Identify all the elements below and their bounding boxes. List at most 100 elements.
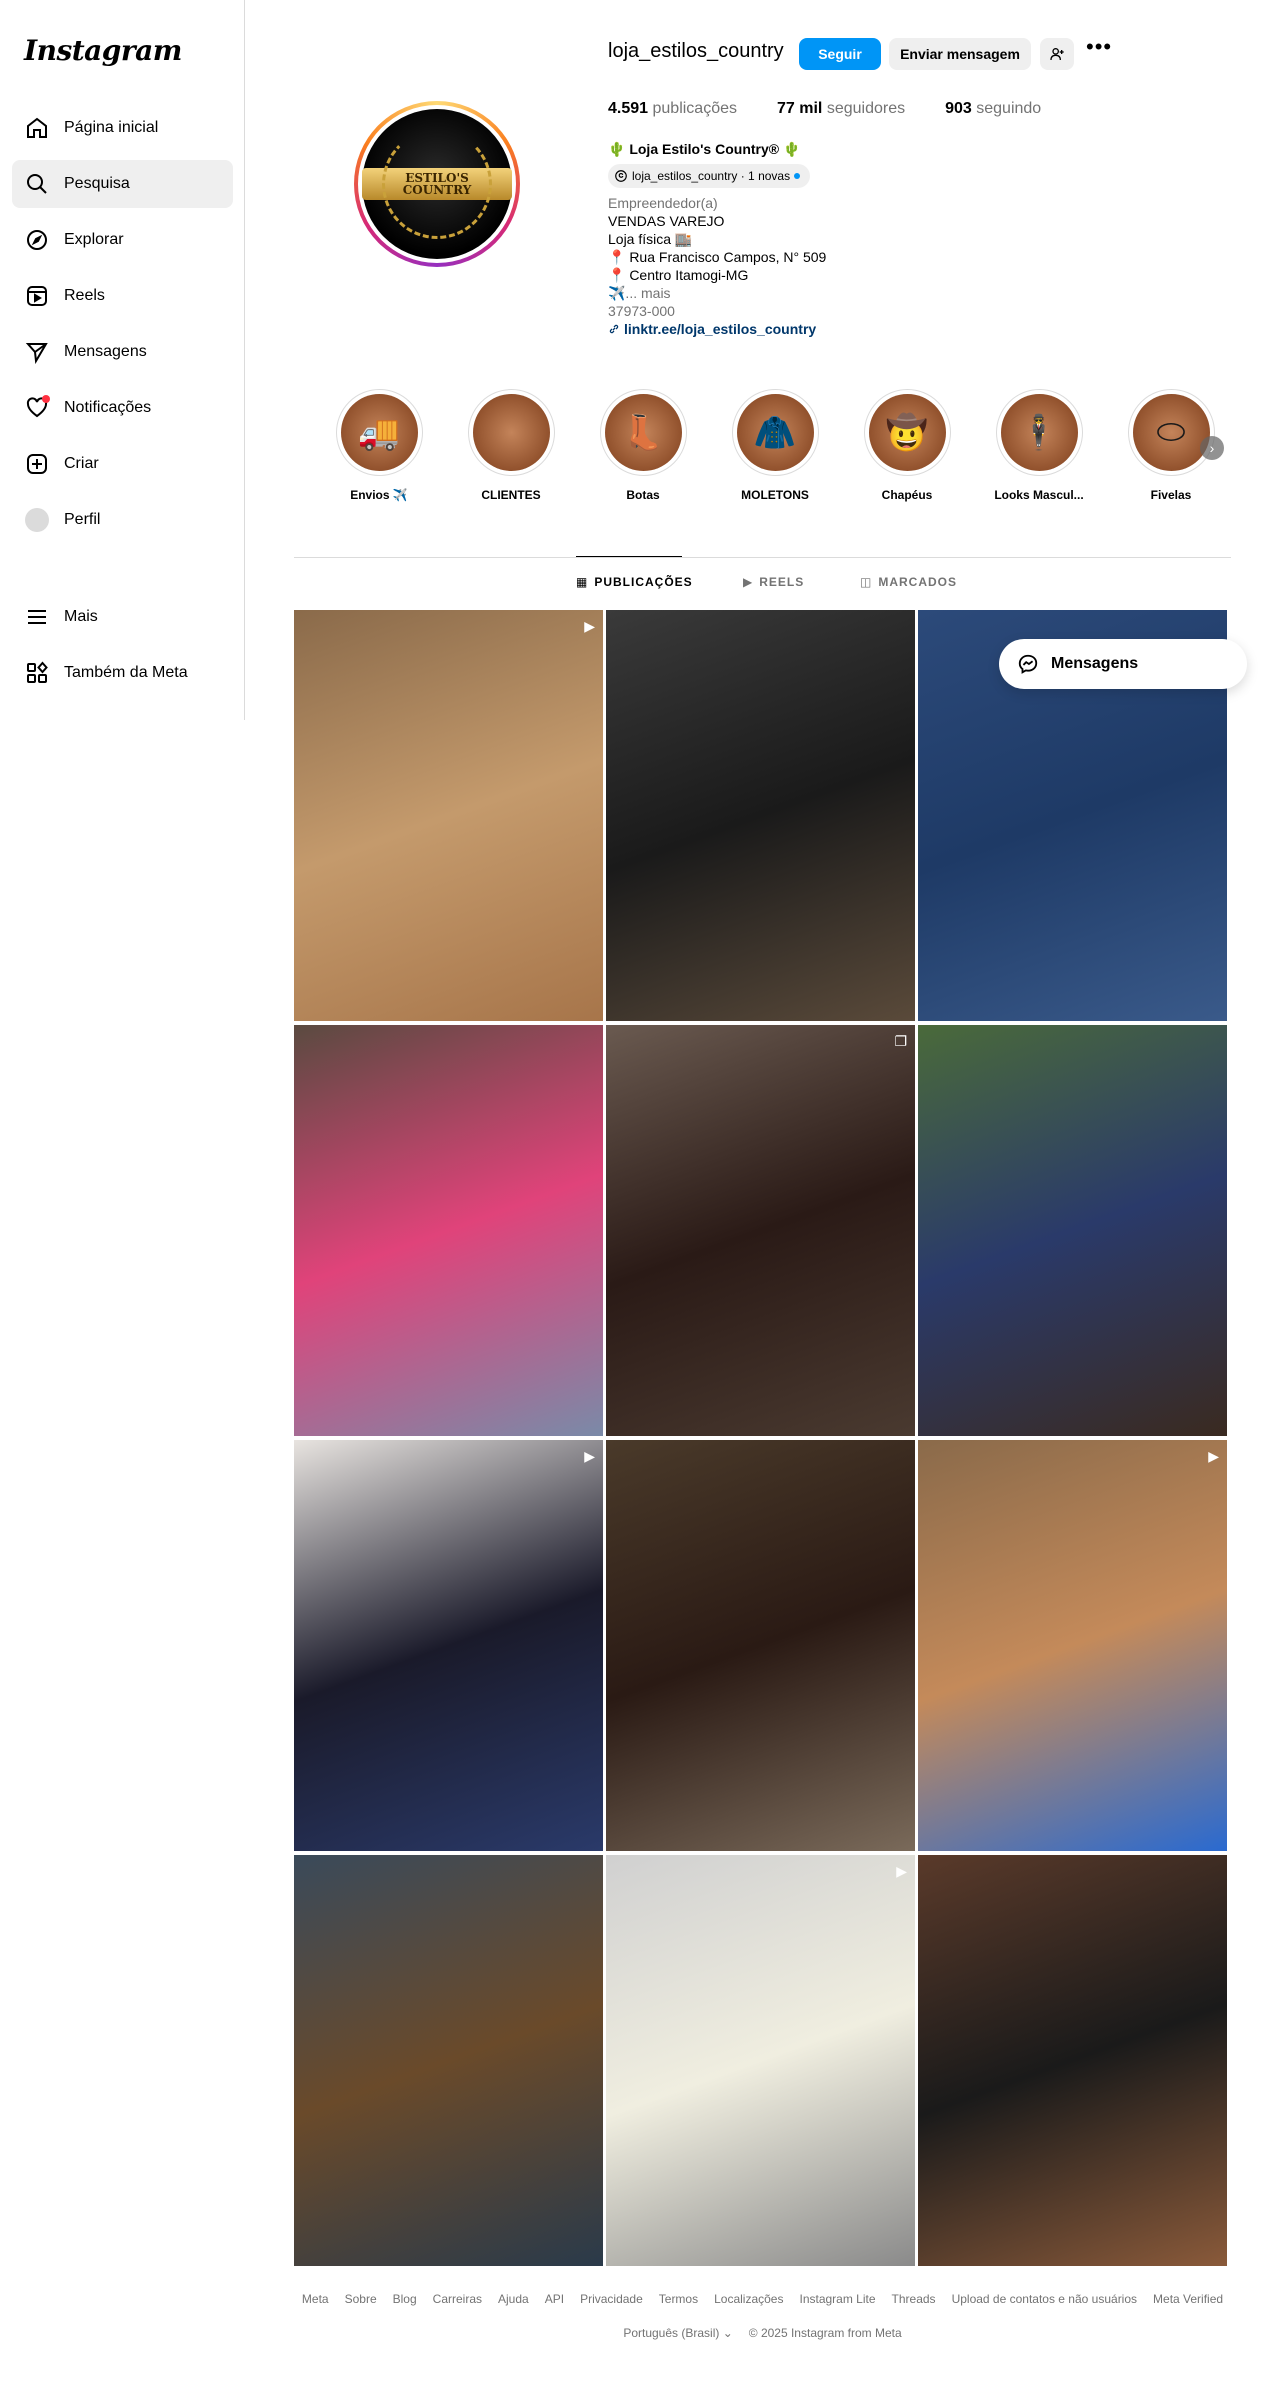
tab-posts[interactable]: ▦ PUBLICAÇÕES xyxy=(576,575,693,589)
tab-tagged[interactable]: ◫ MARCADOS xyxy=(860,575,957,589)
add-person-icon xyxy=(1050,48,1064,61)
footer-link[interactable]: Threads xyxy=(892,2292,936,2306)
suggested-users-button[interactable] xyxy=(1040,38,1074,70)
send-icon xyxy=(24,339,50,365)
more-options-button[interactable]: ••• xyxy=(1086,36,1112,68)
followers-count[interactable]: 77 mil seguidores xyxy=(777,100,905,118)
bio-more-link[interactable]: ✈️... mais xyxy=(608,284,826,302)
home-icon xyxy=(24,115,50,141)
highlight-chapeus[interactable]: 🤠 Chapéus xyxy=(852,389,962,502)
highlight-moletons[interactable]: 🧥 MOLETONS xyxy=(720,389,830,502)
bio-line: VENDAS VAREJO xyxy=(608,213,725,229)
nav-notifications-label: Notificações xyxy=(64,399,152,416)
nav-messages[interactable]: Mensagens xyxy=(12,328,233,376)
man-icon: 🕴 xyxy=(1000,394,1078,471)
tab-reels[interactable]: ▶ REELS xyxy=(743,575,804,589)
post-thumbnail[interactable] xyxy=(918,1025,1227,1436)
post-thumbnail[interactable] xyxy=(606,610,915,1021)
nav-also-from-meta[interactable]: Também da Meta xyxy=(12,649,233,697)
reel-icon: ▶ xyxy=(896,1863,907,1879)
nav-explore[interactable]: Explorar xyxy=(12,216,233,264)
post-thumbnail[interactable]: ▶ xyxy=(294,610,603,1021)
footer-link[interactable]: Carreiras xyxy=(433,2292,482,2306)
profile-link[interactable]: linktr.ee/loja_estilos_country xyxy=(608,320,826,338)
posts-count: 4.591 publicações xyxy=(608,100,737,117)
nav-reels-label: Reels xyxy=(64,287,105,304)
highlight-clientes[interactable]: CLIENTES xyxy=(456,389,566,502)
reels-icon: ▶ xyxy=(743,575,754,589)
nav-reels[interactable]: Reels xyxy=(12,272,233,320)
footer-bottom: Português (Brasil) ⌄ © 2025 Instagram fr… xyxy=(294,2326,1231,2340)
nav-messages-label: Mensagens xyxy=(64,343,147,360)
post-thumbnail[interactable] xyxy=(294,1855,603,2266)
tab-active-indicator xyxy=(576,556,682,557)
footer-link[interactable]: API xyxy=(545,2292,564,2306)
post-thumbnail[interactable] xyxy=(294,1025,603,1436)
carousel-icon: ❐ xyxy=(894,1033,907,1049)
nav-profile[interactable]: Perfil xyxy=(12,496,233,544)
instagram-logo[interactable]: Instagram xyxy=(24,34,182,67)
profile-bio: 🌵 Loja Estilo's Country® 🌵 loja_estilos_… xyxy=(608,140,826,338)
grid-icon: ▦ xyxy=(576,575,589,589)
boot-icon: 👢 xyxy=(604,394,682,471)
footer-link[interactable]: Upload de contatos e não usuários xyxy=(952,2292,1137,2306)
highlight-looks-masculinos[interactable]: 🕴 Looks Mascul... xyxy=(984,389,1094,502)
nav-home[interactable]: Página inicial xyxy=(12,104,233,152)
footer-link[interactable]: Privacidade xyxy=(580,2292,643,2306)
follow-button[interactable]: Seguir xyxy=(799,38,881,70)
compass-icon xyxy=(24,227,50,253)
link-icon xyxy=(609,324,619,334)
footer-link[interactable]: Meta xyxy=(302,2292,329,2306)
nav-also-from-meta-label: Também da Meta xyxy=(64,664,188,681)
tabs-divider xyxy=(294,557,1231,558)
heart-icon xyxy=(24,395,50,421)
nav-create[interactable]: Criar xyxy=(12,440,233,488)
chevron-right-icon[interactable]: › xyxy=(1200,436,1224,460)
post-thumbnail[interactable]: ▶ xyxy=(294,1440,603,1851)
send-message-button[interactable]: Enviar mensagem xyxy=(889,38,1031,70)
laurel-icon xyxy=(382,129,492,239)
footer-link[interactable]: Termos xyxy=(659,2292,698,2306)
threads-badge[interactable]: loja_estilos_country · 1 novas xyxy=(608,164,811,188)
copyright: © 2025 Instagram from Meta xyxy=(748,2326,902,2340)
footer-link[interactable]: Ajuda xyxy=(498,2292,529,2306)
tagged-icon: ◫ xyxy=(860,575,873,589)
plus-square-icon xyxy=(24,451,50,477)
footer-link[interactable]: Blog xyxy=(393,2292,417,2306)
nav-search-label: Pesquisa xyxy=(64,175,130,192)
language-select[interactable]: Português (Brasil) ⌄ xyxy=(623,2326,732,2340)
messages-floating-button[interactable]: Mensagens xyxy=(999,639,1247,689)
profile-username: loja_estilos_country xyxy=(608,40,784,62)
nav-explore-label: Explorar xyxy=(64,231,124,248)
reel-icon: ▶ xyxy=(584,618,595,634)
following-count[interactable]: 903 seguindo xyxy=(945,100,1041,118)
post-thumbnail[interactable]: ❐ xyxy=(606,1025,915,1436)
post-thumbnail[interactable] xyxy=(918,1855,1227,2266)
threads-icon xyxy=(615,170,627,182)
post-thumbnail[interactable]: ▶ xyxy=(606,1855,915,2266)
nav-notifications[interactable]: Notificações xyxy=(12,384,233,432)
profile-picture[interactable]: ESTILO'S COUNTRY xyxy=(354,101,520,267)
nav-more[interactable]: Mais xyxy=(12,593,233,641)
bio-line: Loja física 🏬 xyxy=(608,231,693,247)
buckle-icon: ⬭ xyxy=(1132,394,1210,471)
truck-icon: 🚚 xyxy=(340,394,418,471)
highlight-botas[interactable]: 👢 Botas xyxy=(588,389,698,502)
footer-link[interactable]: Instagram Lite xyxy=(799,2292,875,2306)
hat-icon: 🤠 xyxy=(868,394,946,471)
messenger-icon xyxy=(1018,654,1038,674)
search-icon xyxy=(24,171,50,197)
profile-fullname: 🌵 Loja Estilo's Country® 🌵 xyxy=(608,141,801,157)
reel-icon: ▶ xyxy=(584,1448,595,1464)
footer-link[interactable]: Sobre xyxy=(345,2292,377,2306)
footer-link[interactable]: Localizações xyxy=(714,2292,783,2306)
footer-link[interactable]: Meta Verified xyxy=(1153,2292,1223,2306)
threads-new-dot xyxy=(794,173,801,179)
notification-dot xyxy=(42,395,50,403)
highlight-envios[interactable]: 🚚 Envios ✈️ xyxy=(324,389,434,502)
nav-search[interactable]: Pesquisa xyxy=(12,160,233,208)
post-thumbnail[interactable]: ▶ xyxy=(918,1440,1227,1851)
nav-more-label: Mais xyxy=(64,608,98,625)
meta-apps-icon xyxy=(24,660,50,686)
post-thumbnail[interactable] xyxy=(606,1440,915,1851)
